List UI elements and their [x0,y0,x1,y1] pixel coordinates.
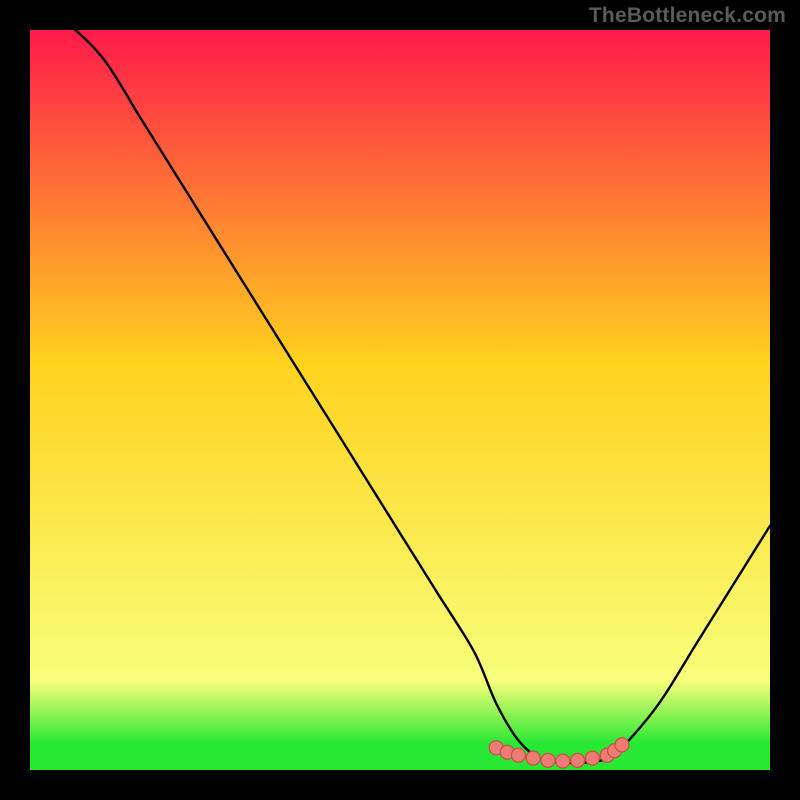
chart-svg [0,0,800,800]
optimum-marker [511,748,525,762]
bottleneck-chart: TheBottleneck.com [0,0,800,800]
optimum-marker [556,754,570,768]
optimum-marker [541,753,555,767]
optimum-marker [615,738,629,752]
optimum-marker [585,751,599,765]
attribution-text: TheBottleneck.com [589,4,786,28]
optimum-marker [571,753,585,767]
optimum-marker [526,751,540,765]
